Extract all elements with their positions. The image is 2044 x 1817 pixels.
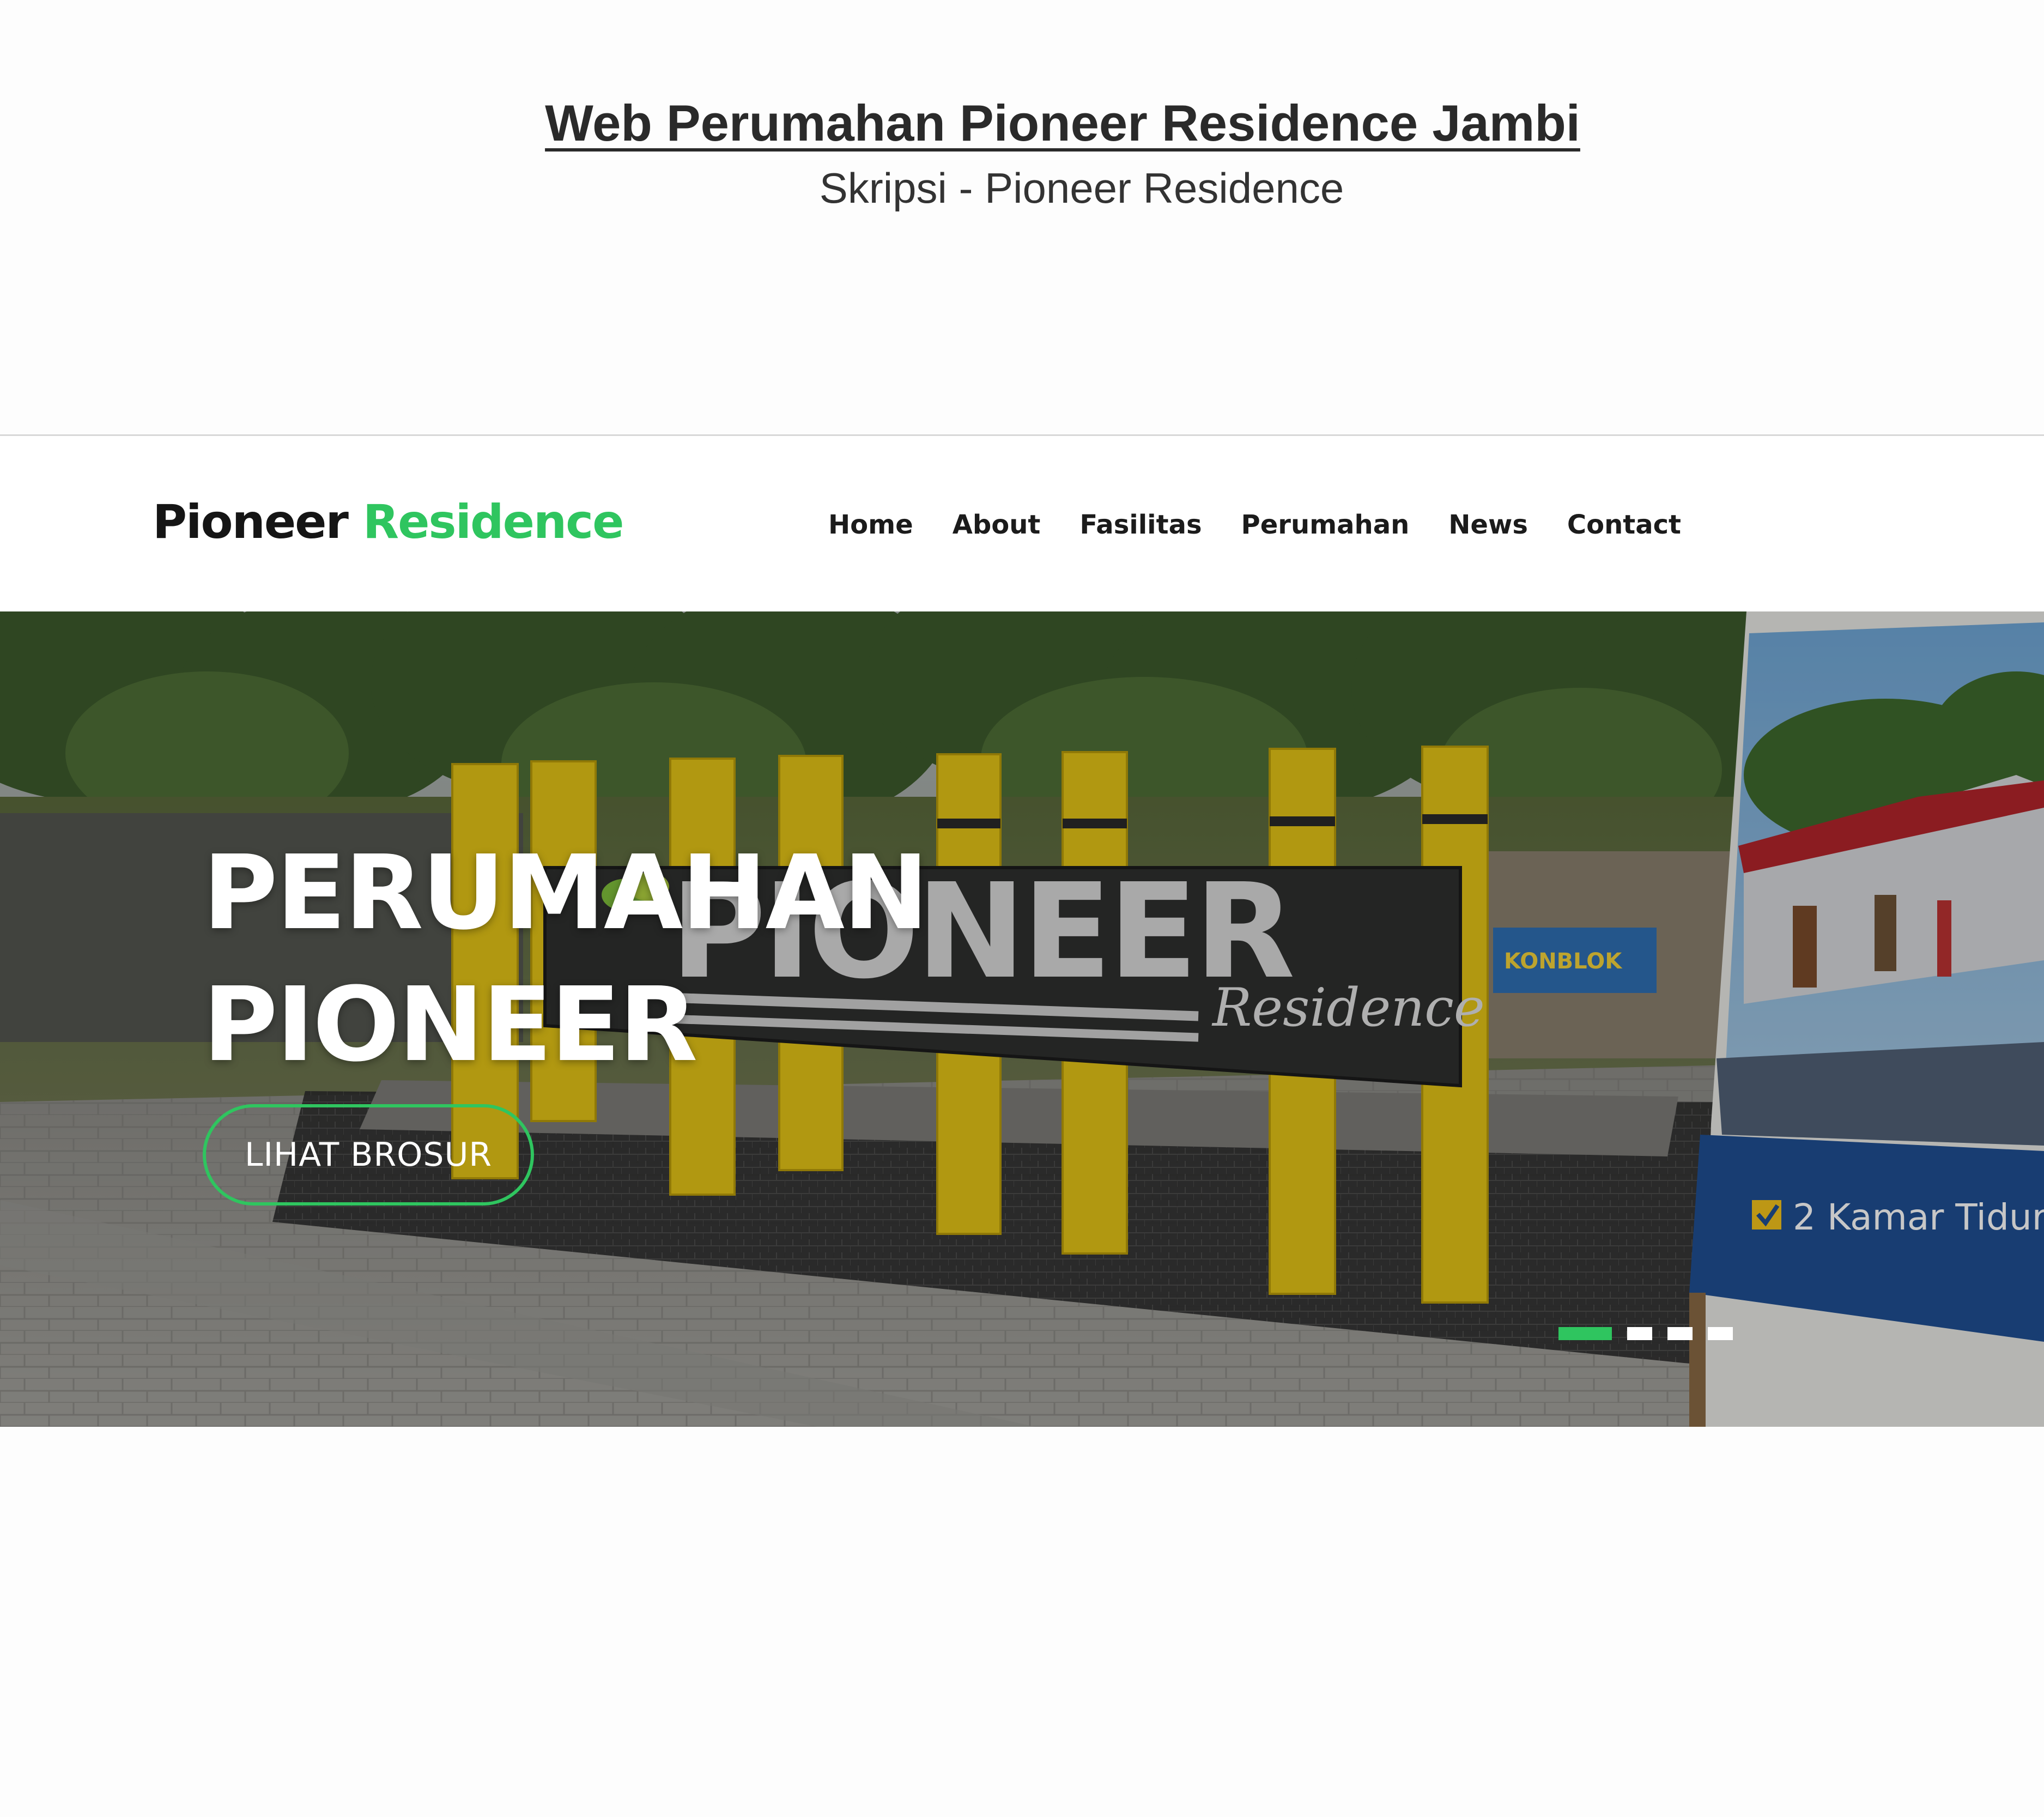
- hero-title-line-1: PERUMAHAN: [203, 833, 929, 953]
- slide-indicator-1[interactable]: [1558, 1327, 1612, 1340]
- lihat-brosur-button[interactable]: LIHAT BROSUR: [203, 1104, 534, 1206]
- nav-perumahan[interactable]: Perumahan: [1241, 510, 1410, 540]
- document-header: Web Perumahan Pioneer Residence Jambi Sk…: [0, 0, 2044, 435]
- main-nav: Home About Fasilitas Perumahan News Cont…: [828, 500, 1681, 549]
- nav-fasilitas[interactable]: Fasilitas: [1079, 510, 1202, 540]
- site-logo[interactable]: Pioneer Residence: [153, 495, 624, 549]
- nav-news[interactable]: News: [1448, 510, 1528, 540]
- hero-title: PERUMAHAN PIONEER: [203, 827, 929, 1091]
- page-bottom-area: [0, 1427, 2044, 1817]
- slide-indicator-4[interactable]: [1708, 1327, 1733, 1340]
- nav-contact[interactable]: Contact: [1567, 510, 1681, 540]
- navbar: Pioneer Residence Home About Fasilitas P…: [0, 436, 2044, 611]
- logo-word-residence: Residence: [362, 495, 624, 549]
- slide-indicator-3[interactable]: [1667, 1327, 1693, 1340]
- slide-indicator-2[interactable]: [1627, 1327, 1652, 1340]
- nav-home[interactable]: Home: [828, 510, 913, 540]
- hero-title-line-2: PIONEER: [203, 965, 698, 1085]
- document-title: Web Perumahan Pioneer Residence Jambi: [545, 94, 1580, 152]
- logo-word-pioneer: Pioneer: [153, 495, 349, 549]
- slider-indicators: [1558, 1327, 1733, 1340]
- document-subtitle: Skripsi - Pioneer Residence: [819, 164, 1344, 212]
- website-screenshot: Pioneer Residence Home About Fasilitas P…: [0, 436, 2044, 1428]
- hero-slider: KONBLOK PIONEER Residence 2 Kamar Tidur …: [0, 611, 2044, 1427]
- nav-about[interactable]: About: [953, 510, 1041, 540]
